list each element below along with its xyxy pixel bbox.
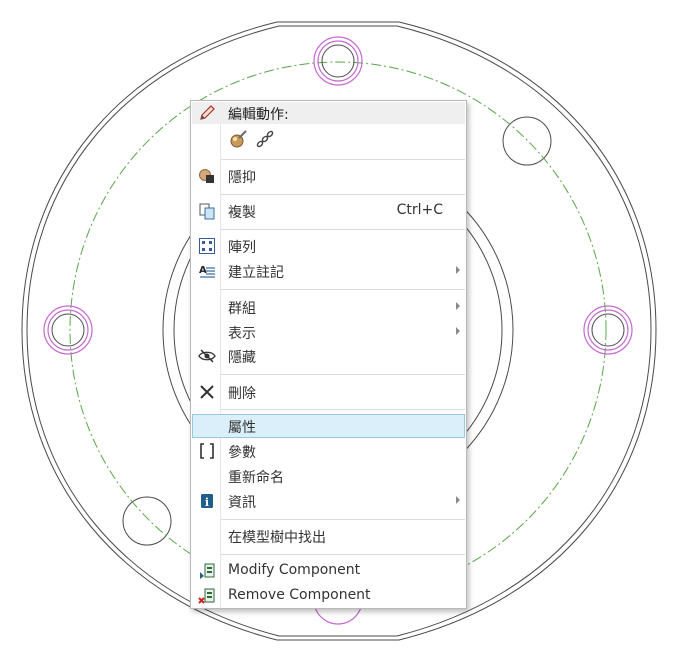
bolt-hole-bottom-left[interactable] bbox=[122, 496, 172, 546]
svg-text:i: i bbox=[205, 496, 209, 509]
menu-item-label: 重新命名 bbox=[228, 470, 284, 486]
hide-eye-icon bbox=[198, 347, 216, 365]
menu-item-label: 隱藏 bbox=[228, 350, 256, 366]
menu-item-label: 資訊 bbox=[228, 495, 256, 511]
submenu-arrow-icon bbox=[456, 266, 460, 274]
menu-item-label: 隱抑 bbox=[228, 170, 256, 186]
menu-item-modify-component[interactable]: Modify Component bbox=[192, 559, 465, 583]
hole-left-detail bbox=[51, 313, 85, 347]
menu-item-label: 參數 bbox=[228, 445, 256, 461]
appearance-brush-icon[interactable] bbox=[229, 129, 249, 149]
menu-item-find-in-model-tree[interactable]: 在模型樹中找出 bbox=[192, 524, 465, 548]
modify-component-icon bbox=[198, 562, 216, 580]
selected-hole-right-inner bbox=[587, 309, 629, 351]
menu-item-delete[interactable]: 刪除 bbox=[192, 380, 465, 404]
menu-separator bbox=[221, 159, 465, 160]
menu-separator bbox=[221, 229, 465, 230]
menu-item-hide[interactable]: 隱藏 bbox=[192, 344, 465, 368]
remove-component-icon bbox=[198, 587, 216, 605]
selected-hole-left-inner bbox=[47, 309, 89, 351]
selected-hole-right[interactable] bbox=[583, 305, 633, 355]
menu-separator bbox=[221, 289, 465, 290]
menu-item-suppress[interactable]: 隱抑 bbox=[192, 164, 465, 188]
menu-separator bbox=[221, 519, 465, 520]
svg-text:A: A bbox=[199, 265, 207, 276]
copy-icon bbox=[198, 202, 216, 220]
menu-item-label: 陣列 bbox=[228, 240, 256, 256]
menu-header-label: 編輯動作: bbox=[228, 107, 289, 123]
menu-item-label: 在模型樹中找出 bbox=[228, 530, 326, 546]
hole-right-detail bbox=[591, 313, 625, 347]
menu-item-parameters[interactable]: 參數 bbox=[192, 439, 465, 463]
menu-item-shortcut: Ctrl+C bbox=[396, 202, 443, 218]
menu-item-group[interactable]: 群組 bbox=[192, 295, 465, 319]
submenu-arrow-icon bbox=[456, 327, 460, 335]
note-icon: A bbox=[198, 262, 216, 280]
menu-separator bbox=[221, 194, 465, 195]
selected-hole-left[interactable] bbox=[43, 305, 93, 355]
menu-item-remove-component[interactable]: Remove Component bbox=[192, 584, 465, 608]
chain-link-icon[interactable] bbox=[255, 129, 275, 149]
menu-item-label: 群組 bbox=[228, 301, 256, 317]
selected-hole-top-inner bbox=[317, 40, 359, 82]
menu-item-rename[interactable]: 重新命名 bbox=[192, 464, 465, 488]
menu-item-info[interactable]: i 資訊 bbox=[192, 489, 465, 513]
parameters-bracket-icon bbox=[198, 442, 216, 460]
suppress-icon bbox=[198, 167, 216, 185]
menu-separator bbox=[221, 409, 465, 410]
menu-item-display[interactable]: 表示 bbox=[192, 320, 465, 344]
menu-item-label: 刪除 bbox=[228, 386, 256, 402]
menu-item-label: 建立註記 bbox=[228, 265, 284, 281]
menu-item-create-note[interactable]: A 建立註記 bbox=[192, 259, 465, 283]
selected-hole-top[interactable] bbox=[313, 36, 363, 86]
mini-toolbar bbox=[221, 125, 465, 155]
menu-separator bbox=[221, 554, 465, 555]
menu-separator bbox=[221, 374, 465, 375]
info-icon: i bbox=[198, 492, 216, 510]
menu-item-label: 表示 bbox=[228, 326, 256, 342]
submenu-arrow-icon bbox=[456, 496, 460, 504]
menu-header: 編輯動作: bbox=[192, 102, 465, 124]
menu-item-label: 屬性 bbox=[228, 420, 256, 436]
delete-x-icon bbox=[198, 383, 216, 401]
menu-item-properties[interactable]: 屬性 bbox=[192, 414, 465, 438]
pencil-icon bbox=[198, 104, 216, 122]
context-menu: 編輯動作: 隱抑 複製 Ctrl+C 陣列 A 建立註記 群組 表示 隱藏 刪除… bbox=[190, 100, 467, 609]
menu-item-pattern[interactable]: 陣列 bbox=[192, 234, 465, 258]
menu-item-label: 複製 bbox=[228, 205, 256, 221]
menu-item-label: Remove Component bbox=[228, 587, 371, 603]
menu-item-copy[interactable]: 複製 Ctrl+C bbox=[192, 199, 465, 223]
hole-top-detail bbox=[321, 44, 355, 78]
submenu-arrow-icon bbox=[456, 302, 460, 310]
pattern-icon bbox=[198, 237, 216, 255]
menu-item-label: Modify Component bbox=[228, 562, 361, 578]
